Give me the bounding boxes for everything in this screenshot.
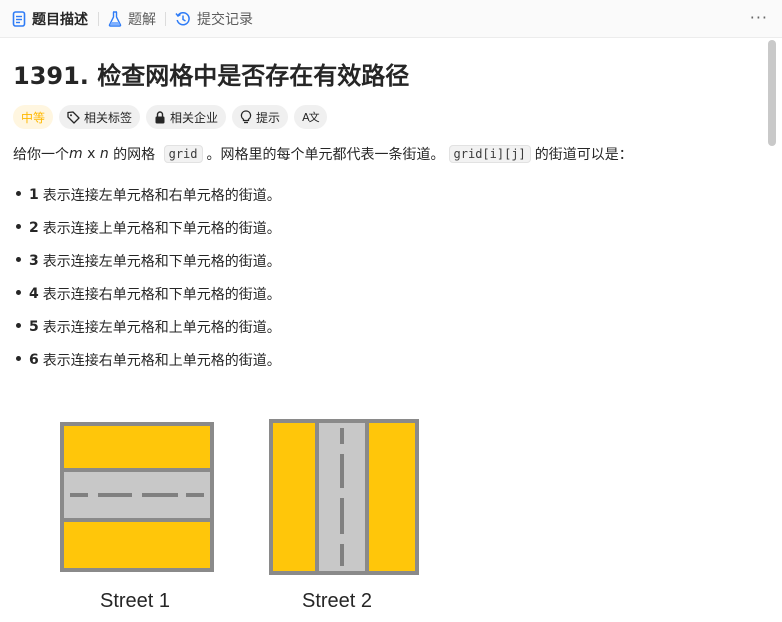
history-icon [175,11,191,27]
rule-text: 表示连接右单元格和下单元格的街道。 [42,286,281,303]
street-2-left-block [273,423,315,571]
street-1-figure [60,422,214,572]
problem-title: 1391. 检查网格中是否存在有效路径 [13,62,410,90]
desc-text: x [82,146,100,162]
street-1-top-block [64,426,210,468]
list-item: 1 表示连接左单元格和右单元格的街道。 [13,178,281,211]
related-tags-label: 相关标签 [84,110,133,125]
rule-number: 6 [29,351,39,368]
lock-icon [154,110,166,124]
street-2-label: Street 2 [302,590,373,612]
related-companies-button[interactable]: 相关企业 [146,105,227,129]
tab-solutions[interactable]: 题解 [108,0,156,38]
rule-number: 4 [29,285,39,302]
hint-label: 提示 [256,110,281,125]
rule-text: 表示连接左单元格和上单元格的街道。 [42,319,281,336]
translate-icon: A文 [302,111,320,124]
desc-var-n: n [99,146,109,162]
tab-solutions-label: 题解 [128,12,156,28]
rule-text: 表示连接左单元格和右单元格的街道。 [42,187,281,204]
desc-text: 。网格里的每个单元都代表一条街道。 [206,147,445,163]
desc-text: 的街道可以是： [534,147,633,163]
desc-var-m: m [69,146,83,162]
street-2-figure [269,419,419,575]
rule-text: 表示连接上单元格和下单元格的街道。 [42,220,281,237]
desc-text: 的网格 [108,147,160,163]
list-item: 3 表示连接左单元格和下单元格的街道。 [13,244,281,277]
tag-row: 中等 相关标签 相关企业 提示 A文 [13,105,327,129]
desc-text: 给你一个 [13,147,69,163]
hint-button[interactable]: 提示 [232,105,289,129]
rule-number: 1 [29,186,39,203]
problem-description: 给你一个 m x n 的网格 grid 。网格里的每个单元都代表一条街道。 gr… [13,144,633,164]
more-options-icon[interactable]: ··· [750,8,768,27]
related-tags-button[interactable]: 相关标签 [59,105,141,129]
translate-button[interactable]: A文 [294,105,327,129]
tab-description-label: 题目描述 [32,12,88,28]
difficulty-badge: 中等 [13,105,54,129]
list-item: 4 表示连接右单元格和下单元格的街道。 [13,277,281,310]
inline-code-cell: grid[i][j] [448,145,531,163]
description-icon [12,11,26,27]
street-rules-list: 1 表示连接左单元格和右单元格的街道。 2 表示连接上单元格和下单元格的街道。 3表… [13,178,281,376]
lightbulb-icon [240,110,252,124]
tab-divider [165,12,166,26]
scrollbar-thumb[interactable] [768,40,776,146]
rule-number: 2 [29,219,39,236]
list-item: 2 表示连接上单元格和下单元格的街道。 [13,211,281,244]
tab-bar: 题目描述 题解 提交记录 ··· [0,0,782,38]
related-companies-label: 相关企业 [170,110,219,125]
rule-number: 3 [29,252,39,269]
inline-code-grid: grid [163,145,203,163]
tag-icon [67,110,80,124]
street-2-right-block [369,423,415,571]
rule-number: 5 [29,318,39,335]
street-1-label: Street 1 [100,590,171,612]
tab-divider [98,12,99,26]
rule-text: 表示连接右单元格和上单元格的街道。 [42,352,281,369]
flask-icon [108,11,122,27]
tab-submissions[interactable]: 提交记录 [175,0,253,38]
tab-submissions-label: 提交记录 [197,12,253,28]
tab-description[interactable]: 题目描述 [12,0,88,38]
list-item: 5 表示连接左单元格和上单元格的街道。 [13,310,281,343]
rule-text: 表示连接左单元格和下单元格的街道。 [42,253,281,270]
street-1-bottom-block [64,522,210,568]
list-item: 6 表示连接右单元格和上单元格的街道。 [13,343,281,376]
